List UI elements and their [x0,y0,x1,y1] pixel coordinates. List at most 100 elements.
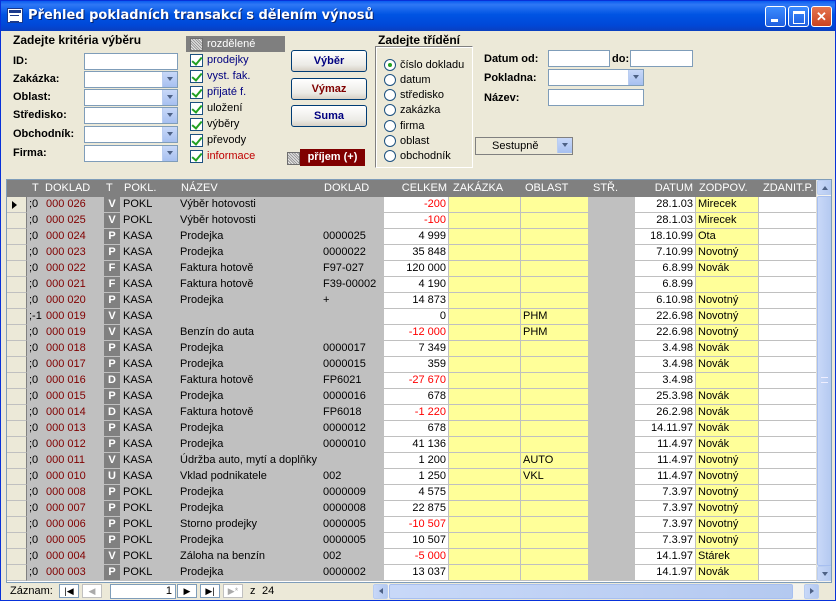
cell-typ[interactable]: P [104,229,121,245]
column-header[interactable]: ZODPOV. [699,180,757,197]
cell-typ[interactable]: V [104,549,121,565]
cell-doklad2[interactable]: FP6018 [321,405,384,421]
close-button[interactable]: ✕ [811,6,832,27]
cell-doklad[interactable]: 000 016 [44,373,104,389]
cell-doklad2[interactable]: 0000022 [321,245,384,261]
cell-t[interactable]: ;0 [27,373,44,389]
cell-doklad[interactable]: 000 018 [44,341,104,357]
cell-t[interactable]: ;0 [27,277,44,293]
cell-empty[interactable] [759,373,819,389]
cell-empty[interactable] [759,245,819,261]
table-row[interactable]: ;0 000 020 P KASA Prodejka +14 873 6.10.98 Novo… [7,293,819,309]
cell-celkem[interactable]: 4 575 [384,485,449,501]
cell-zodpov[interactable]: Novák [696,341,759,357]
column-header[interactable]: DOKLAD [324,180,384,197]
cell-t[interactable]: ;0 [27,405,44,421]
cell-empty[interactable] [589,325,635,341]
cell-celkem[interactable]: -27 670 [384,373,449,389]
cell-zakazka[interactable] [449,389,521,405]
cell-zakazka[interactable] [449,197,521,213]
cell-zakazka[interactable] [449,261,521,277]
record-selector[interactable] [7,453,27,469]
cell-empty[interactable] [589,485,635,501]
cell-doklad[interactable]: 000 019 [44,309,104,325]
cell-nazev[interactable]: Údržba auto, mytí a doplňky [178,453,321,469]
cell-zodpov[interactable]: Mirecek [696,213,759,229]
cell-zakazka[interactable] [449,373,521,389]
cell-t[interactable]: ;0 [27,325,44,341]
cell-doklad2[interactable]: 0000002 [321,565,384,581]
cell-datum[interactable]: 28.1.03 [635,197,696,213]
cell-zodpov[interactable]: Stárek [696,549,759,565]
cell-zodpov[interactable]: Novák [696,261,759,277]
cell-empty[interactable] [589,373,635,389]
radio-firma[interactable] [384,120,396,132]
record-selector[interactable] [7,229,27,245]
cell-empty[interactable] [759,549,819,565]
cell-datum[interactable]: 3.4.98 [635,357,696,373]
cell-typ[interactable]: P [104,485,121,501]
cell-datum[interactable]: 7.3.97 [635,517,696,533]
cell-t[interactable]: ;0 [27,533,44,549]
cell-datum[interactable]: 28.1.03 [635,213,696,229]
cell-pokl[interactable]: POKL [121,501,178,517]
cell-celkem[interactable]: 41 136 [384,437,449,453]
cell-pokl[interactable]: KASA [121,245,178,261]
cell-typ[interactable]: D [104,373,121,389]
cell-oblast[interactable] [521,485,589,501]
cell-doklad2[interactable]: 002 [321,469,384,485]
cell-zakazka[interactable] [449,245,521,261]
column-header[interactable]: T [106,180,121,197]
cell-empty[interactable] [759,389,819,405]
cell-typ[interactable]: P [104,517,121,533]
cell-oblast[interactable]: PHM [521,309,589,325]
cell-pokl[interactable]: KASA [121,421,178,437]
cell-doklad2[interactable]: 0000005 [321,517,384,533]
cell-empty[interactable] [759,485,819,501]
cell-empty[interactable] [589,453,635,469]
next-record-button[interactable]: ▶ [177,584,197,598]
record-selector[interactable] [7,197,27,213]
cell-pokl[interactable]: KASA [121,405,178,421]
cell-doklad[interactable]: 000 024 [44,229,104,245]
column-header[interactable]: STŘ. [593,180,633,197]
cell-pokl[interactable]: POKL [121,533,178,549]
cell-oblast[interactable] [521,437,589,453]
cell-zakazka[interactable] [449,293,521,309]
cell-typ[interactable]: P [104,565,121,581]
cell-celkem[interactable]: 14 873 [384,293,449,309]
cell-doklad2[interactable]: 0000008 [321,501,384,517]
cell-nazev[interactable]: Storno prodejky [178,517,321,533]
cell-empty[interactable] [589,245,635,261]
record-selector[interactable] [7,501,27,517]
cell-empty[interactable] [759,309,819,325]
cell-pokl[interactable]: KASA [121,389,178,405]
cell-t[interactable]: ;0 [27,565,44,581]
new-record-button[interactable]: ▶* [223,584,243,598]
cell-celkem[interactable]: -5 000 [384,549,449,565]
column-header[interactable]: ZDANIT.P. [763,180,819,197]
table-row[interactable]: ;0 000 004 V POKL Záloha na benzín 002 -5 000 1… [7,549,819,565]
column-header[interactable]: T [32,180,42,197]
cell-pokl[interactable]: POKL [121,213,178,229]
cell-typ[interactable]: V [104,213,121,229]
cell-t[interactable]: ;0 [27,469,44,485]
cell-doklad2[interactable] [321,197,384,213]
column-header[interactable]: DOKLAD [45,180,100,197]
cell-zakazka[interactable] [449,277,521,293]
cell-t[interactable]: ;0 [27,229,44,245]
cell-t[interactable]: ;0 [27,261,44,277]
cell-oblast[interactable] [521,357,589,373]
cell-typ[interactable]: P [104,389,121,405]
cell-empty[interactable] [589,405,635,421]
cell-empty[interactable] [759,341,819,357]
cell-doklad2[interactable]: 0000025 [321,229,384,245]
cell-datum[interactable]: 3.4.98 [635,341,696,357]
prijem-button[interactable]: příjem (+) [300,149,365,166]
cell-nazev[interactable] [178,309,321,325]
record-selector[interactable] [7,549,27,565]
cell-zakazka[interactable] [449,517,521,533]
cell-zodpov[interactable]: Novotný [696,517,759,533]
cell-datum[interactable]: 7.10.99 [635,245,696,261]
cell-typ[interactable]: D [104,405,121,421]
